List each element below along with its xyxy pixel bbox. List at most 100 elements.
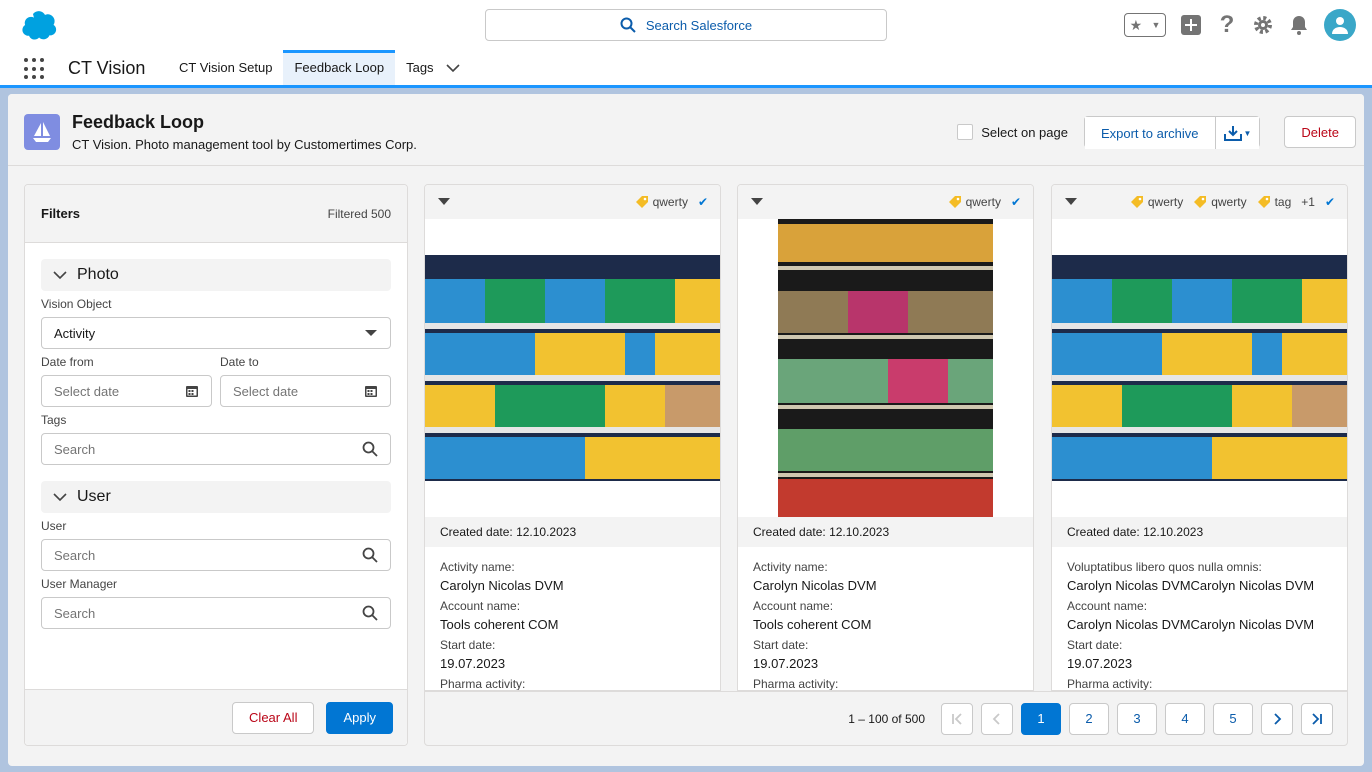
section-user-label: User: [77, 488, 111, 505]
app-launcher-icon[interactable]: [24, 58, 46, 80]
avatar[interactable]: [1324, 9, 1356, 41]
chevron-down-icon: [53, 271, 67, 280]
date-to-label: Date to: [220, 355, 259, 369]
app-nav-bar: CT Vision CT Vision Setup Feedback Loop …: [0, 50, 1372, 88]
field-label: Start date:: [1067, 638, 1123, 652]
filters-count: Filtered 500: [327, 206, 391, 221]
card-menu-caret-icon[interactable]: [1064, 197, 1078, 207]
field-value: 19.07.2023: [440, 656, 506, 671]
card-menu-caret-icon[interactable]: [750, 197, 764, 207]
caret-down-icon: [365, 330, 377, 336]
last-page-button[interactable]: [1301, 702, 1333, 735]
add-icon[interactable]: [1180, 13, 1202, 37]
field-label: Pharma activity:: [440, 677, 526, 691]
tag-label: qwerty: [965, 195, 1001, 209]
created-date-label: Created date:: [1067, 525, 1140, 539]
first-page-button[interactable]: [941, 702, 973, 735]
tab-ct-vision-setup[interactable]: CT Vision Setup: [168, 50, 283, 85]
created-date-value: 12.10.2023: [1143, 525, 1204, 539]
created-date-label: Created date:: [440, 525, 513, 539]
tag-badge: qwerty: [1130, 195, 1183, 209]
clear-all-button[interactable]: Clear All: [232, 701, 315, 734]
select-checkbox-icon[interactable]: ✔: [1011, 195, 1021, 209]
bell-icon[interactable]: [1288, 13, 1310, 37]
filters-panel: Filters Filtered 500 Photo Vision Object…: [24, 184, 408, 746]
page-button-1[interactable]: 1: [1021, 702, 1061, 735]
select-on-page-checkbox[interactable]: [957, 124, 974, 140]
field-label: Start date:: [753, 638, 809, 652]
card-menu-caret-icon[interactable]: [437, 197, 451, 207]
date-from-input[interactable]: Select date: [41, 375, 212, 407]
search-icon: [620, 17, 636, 33]
date-to-input[interactable]: Select date: [220, 375, 391, 407]
field-label: Account name:: [753, 599, 834, 613]
field-label: Pharma activity:: [1067, 677, 1153, 691]
search-icon: [362, 547, 378, 563]
photo-card[interactable]: qwerty qwerty tag +1 ✔ Created date: 12.…: [1051, 184, 1348, 691]
shelf-photo[interactable]: [425, 219, 720, 517]
created-date-value: 12.10.2023: [829, 525, 890, 539]
chevron-left-icon: [992, 712, 1000, 725]
favorites-button[interactable]: ★ ▼: [1124, 13, 1166, 37]
select-checkbox-icon[interactable]: ✔: [698, 195, 708, 209]
apply-button[interactable]: Apply: [326, 701, 393, 734]
page-header: Feedback Loop CT Vision. Photo managemen…: [8, 94, 1364, 166]
vision-object-select[interactable]: Activity: [41, 317, 391, 349]
user-search-input[interactable]: Search: [41, 539, 391, 571]
download-menu-button[interactable]: ▼: [1214, 117, 1260, 149]
help-icon[interactable]: ?: [1216, 11, 1238, 38]
gear-icon[interactable]: [1252, 13, 1274, 37]
tag-icon: [1130, 196, 1143, 208]
calendar-icon: [186, 386, 198, 397]
tag-badge: qwerty: [948, 195, 1001, 209]
user-manager-search-input[interactable]: Search: [41, 597, 391, 629]
next-page-button[interactable]: [1261, 702, 1293, 735]
page-button-5[interactable]: 5: [1213, 702, 1253, 735]
tag-label: qwerty: [1147, 195, 1184, 209]
tab-tags-label: Tags: [406, 60, 434, 75]
tab-tags[interactable]: Tags: [395, 50, 470, 85]
export-button-group: Export to archive ▼: [1083, 116, 1261, 149]
chevron-down-icon: ▼: [1243, 128, 1252, 138]
card-created-date: Created date: 12.10.2023: [425, 517, 720, 547]
field-label: Activity name:: [440, 560, 515, 574]
delete-button[interactable]: Delete: [1284, 116, 1356, 148]
page-button-2[interactable]: 2: [1069, 702, 1109, 735]
vision-object-label: Vision Object: [41, 297, 112, 311]
user-label: User: [41, 519, 67, 533]
global-search[interactable]: Search Salesforce: [485, 9, 887, 41]
photo-card[interactable]: qwerty ✔ Created date: 12.10.2023 Activi…: [737, 184, 1034, 691]
card-created-date: Created date: 12.10.2023: [1052, 517, 1347, 547]
date-from-placeholder: Select date: [54, 383, 120, 399]
section-photo[interactable]: Photo: [41, 259, 391, 291]
tag-label: qwerty: [1211, 195, 1247, 209]
tab-feedback-loop[interactable]: Feedback Loop: [283, 50, 396, 85]
field-label: Account name:: [440, 599, 521, 613]
tag-icon: [1194, 196, 1207, 208]
field-label: Activity name:: [753, 560, 828, 574]
workspace: Feedback Loop CT Vision. Photo managemen…: [0, 88, 1372, 772]
tag-icon: [948, 196, 961, 208]
more-tags-count[interactable]: +1: [1301, 195, 1315, 209]
vision-object-value: Activity: [54, 325, 96, 341]
search-icon: [362, 605, 378, 621]
section-user[interactable]: User: [41, 481, 391, 513]
section-photo-label: Photo: [77, 266, 119, 283]
field-label: Start date:: [440, 638, 496, 652]
tags-search-input[interactable]: Search: [41, 433, 391, 465]
prev-page-button[interactable]: [981, 702, 1013, 735]
select-checkbox-icon[interactable]: ✔: [1325, 195, 1335, 209]
chevron-right-icon: [1274, 712, 1282, 725]
field-value: Carolyn Nicolas DVM: [753, 578, 877, 593]
filters-title: Filters: [41, 206, 81, 221]
chevron-down-icon[interactable]: [445, 63, 460, 73]
page-button-3[interactable]: 3: [1117, 702, 1157, 735]
photo-card[interactable]: qwerty ✔ Created date: 12.10.2023 Activi…: [424, 184, 721, 691]
page-button-4[interactable]: 4: [1165, 702, 1205, 735]
user-manager-search-placeholder: Search: [54, 605, 96, 621]
salesforce-logo[interactable]: [16, 10, 58, 40]
shelf-photo[interactable]: [738, 219, 1033, 517]
export-to-archive-button[interactable]: Export to archive: [1084, 117, 1215, 149]
shelf-photo[interactable]: [1052, 219, 1347, 517]
field-value: Carolyn Nicolas DVM: [440, 578, 564, 593]
